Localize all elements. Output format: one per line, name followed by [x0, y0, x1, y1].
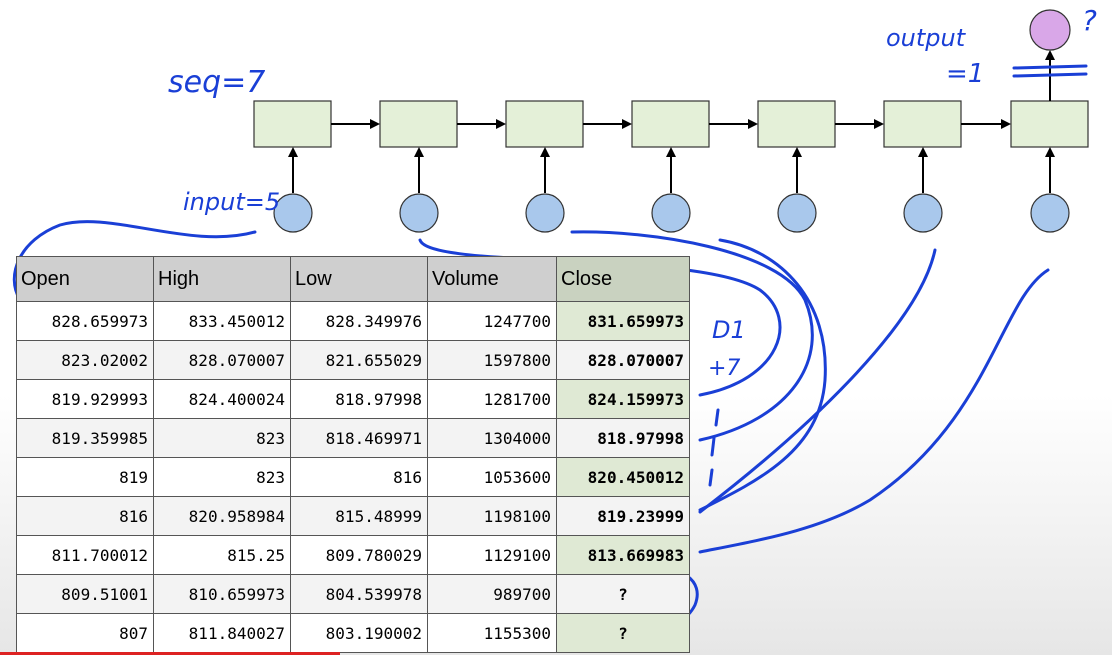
cell-high: 811.840027 — [153, 613, 291, 653]
col-header-close: Close — [556, 256, 690, 302]
seq-annotation: seq=7 — [168, 65, 265, 100]
cell-high: 833.450012 — [153, 301, 291, 341]
cell-open: 828.659973 — [16, 301, 154, 341]
table-row: 819.359985 823 818.469971 1304000 818.97… — [16, 418, 690, 458]
question-annotation: ? — [1082, 4, 1097, 37]
output-annotation-line1: output — [886, 24, 967, 52]
cell-high: 824.400024 — [153, 379, 291, 419]
cell-low: 818.469971 — [290, 418, 428, 458]
table-row: 828.659973 833.450012 828.349976 1247700… — [16, 301, 690, 341]
table-row: 811.700012 815.25 809.780029 1129100 813… — [16, 535, 690, 575]
table-row: 819.929993 824.400024 818.97998 1281700 … — [16, 379, 690, 419]
output-node — [1029, 9, 1071, 51]
input-node — [777, 193, 817, 233]
cell-volume: 1597800 — [427, 340, 557, 380]
rnn-cell-2 — [379, 100, 458, 148]
cell-low: 804.539978 — [290, 574, 428, 614]
dash-marks — [708, 408, 720, 487]
cell-volume: 1053600 — [427, 457, 557, 497]
cell-low: 828.349976 — [290, 301, 428, 341]
cell-low: 815.48999 — [290, 496, 428, 536]
cell-close-unknown: ? — [556, 574, 690, 614]
col-header-volume: Volume — [427, 256, 557, 302]
cell-volume: 989700 — [427, 574, 557, 614]
cell-volume: 1281700 — [427, 379, 557, 419]
link-stroke-5 — [698, 248, 937, 514]
cell-high: 815.25 — [153, 535, 291, 575]
rnn-cell-6 — [883, 100, 962, 148]
cell-open: 819.929993 — [16, 379, 154, 419]
table-row: 807 811.840027 803.190002 1155300 ? — [16, 613, 690, 653]
table-row: 816 820.958984 815.48999 1198100 819.239… — [16, 496, 690, 536]
rnn-cell-3 — [505, 100, 584, 148]
slide: seq=7 input=5 output =1 ? D1 +7 Open Hig… — [0, 0, 1112, 655]
input-node — [525, 193, 565, 233]
cell-volume: 1304000 — [427, 418, 557, 458]
cell-open: 811.700012 — [16, 535, 154, 575]
cell-open: 816 — [16, 496, 154, 536]
cell-low: 821.655029 — [290, 340, 428, 380]
cell-high: 828.070007 — [153, 340, 291, 380]
cell-high: 823 — [153, 457, 291, 497]
cell-close: 813.669983 — [556, 535, 690, 575]
input-node — [1030, 193, 1070, 233]
cell-high: 823 — [153, 418, 291, 458]
table-row: 809.51001 810.659973 804.539978 989700 ? — [16, 574, 690, 614]
cell-low: 816 — [290, 457, 428, 497]
col-header-low: Low — [290, 256, 428, 302]
input-node — [651, 193, 691, 233]
rnn-cell-7 — [1010, 100, 1089, 148]
cell-close: 820.450012 — [556, 457, 690, 497]
cell-volume: 1247700 — [427, 301, 557, 341]
cell-volume: 1198100 — [427, 496, 557, 536]
rnn-cell-5 — [757, 100, 836, 148]
col-header-high: High — [153, 256, 291, 302]
input-node — [903, 193, 943, 233]
cell-volume: 1129100 — [427, 535, 557, 575]
stock-data-table: Open High Low Volume Close 828.659973 83… — [16, 256, 690, 653]
cell-close: 824.159973 — [556, 379, 690, 419]
cell-close: 818.97998 — [556, 418, 690, 458]
table-row: 823.02002 828.070007 821.655029 1597800 … — [16, 340, 690, 380]
col-header-open: Open — [16, 256, 154, 302]
rnn-cell-4 — [631, 100, 710, 148]
cell-high: 810.659973 — [153, 574, 291, 614]
cell-low: 803.190002 — [290, 613, 428, 653]
input-nodes — [273, 147, 1070, 233]
cell-close-unknown: ? — [556, 613, 690, 653]
link-stroke-6 — [698, 268, 1050, 554]
cell-open: 819 — [16, 457, 154, 497]
cell-open: 809.51001 — [16, 574, 154, 614]
table-header-row: Open High Low Volume Close — [16, 256, 690, 302]
cell-open: 807 — [16, 613, 154, 653]
plus7-annotation: +7 — [708, 356, 740, 381]
table-row: 819 823 816 1053600 820.450012 — [16, 457, 690, 497]
input-annotation: input=5 — [183, 188, 280, 216]
cell-open: 819.359985 — [16, 418, 154, 458]
cell-high: 820.958984 — [153, 496, 291, 536]
rnn-cell-1 — [253, 100, 332, 148]
cell-close: 831.659973 — [556, 301, 690, 341]
cell-low: 818.97998 — [290, 379, 428, 419]
cell-volume: 1155300 — [427, 613, 557, 653]
d1-annotation: D1 — [712, 316, 746, 344]
cell-close: 819.23999 — [556, 496, 690, 536]
input-node — [399, 193, 439, 233]
cell-open: 823.02002 — [16, 340, 154, 380]
output-annotation-line2: =1 — [946, 59, 984, 89]
cell-close: 828.070007 — [556, 340, 690, 380]
cell-low: 809.780029 — [290, 535, 428, 575]
